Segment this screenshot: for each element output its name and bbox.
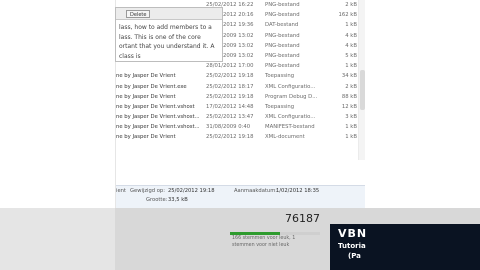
file-size: 4 kB <box>345 32 357 39</box>
view-count: 76187 <box>285 212 320 225</box>
file-name: ne by Jasper De Vrient <box>116 93 176 100</box>
promo-thumbnail[interactable]: VBN Tutoria (Pa <box>330 224 480 270</box>
left-gutter <box>0 208 115 270</box>
file-row[interactable]: ne by Jasper De Vrient.exe 25/02/2012 18… <box>116 82 364 92</box>
editor-toolbar: Delete <box>116 8 222 20</box>
file-name: ne by Jasper De Vrient.vshost <box>116 103 195 110</box>
details-size-value: 33,5 kB <box>168 197 188 203</box>
post-text-line: lass, how to add members to a <box>119 24 212 31</box>
file-date: 17/02/2012 14:48 <box>206 103 254 110</box>
file-size: 1 kB <box>345 63 357 70</box>
file-date: 25/02/2012 19:18 <box>206 73 254 80</box>
file-row[interactable]: 28/01/2012 17:00 PNG-bestand 1 kB <box>116 61 364 71</box>
file-size: 4 kB <box>345 42 357 49</box>
file-row[interactable]: ne by Jasper De Vrient 25/02/2012 19:18 … <box>116 92 364 102</box>
like-ratio-fill <box>230 232 280 235</box>
file-size: 1 kB <box>345 134 357 141</box>
details-pane: ient Gewijzigd op: 25/02/2012 19:18 Aanm… <box>116 185 366 208</box>
file-date: 28/01/2012 17:00 <box>206 63 254 70</box>
scrollbar[interactable] <box>358 0 365 160</box>
details-modified-label: Gewijzigd op: <box>130 188 165 194</box>
file-size: 2 kB <box>345 2 357 8</box>
vote-line: stemmen voor niet leuk <box>232 242 290 248</box>
file-row[interactable]: ne by Jasper De Vrient.vshost 17/02/2012… <box>116 102 364 112</box>
file-size: 1 kB <box>345 124 357 131</box>
file-date: 25/02/2012 18:17 <box>206 83 254 90</box>
file-date: 25/02/2012 19:18 <box>206 93 254 100</box>
like-ratio-bar <box>230 232 320 235</box>
file-size: 3 kB <box>345 114 357 121</box>
file-name: ne by Jasper De Vrient <box>116 73 176 80</box>
file-size: 1 kB <box>345 22 357 29</box>
file-size: 5 kB <box>345 52 357 59</box>
file-date: 31/08/2009 0:40 <box>206 124 251 131</box>
file-row[interactable]: ne by Jasper De Vrient.vshost... 31/08/2… <box>116 122 364 132</box>
view-counter: 76187 166 stemmen voor leuk, 1 stemmen v… <box>228 210 324 270</box>
file-size: 2 kB <box>345 83 357 90</box>
file-size: 12 kB <box>341 103 357 110</box>
file-size: 88 kB <box>341 93 357 100</box>
vote-text: 166 stemmen voor leuk, 1 stemmen voor ni… <box>232 236 320 249</box>
post-text-line: ortant that you understand it. A class i… <box>119 43 215 60</box>
file-date: 25/02/2012 19:18 <box>206 134 254 141</box>
vote-line: 166 stemmen voor leuk, 1 <box>232 236 296 241</box>
file-row[interactable]: ne by Jasper De Vrient.vshost... 25/02/2… <box>116 112 364 122</box>
post-text: lass, how to add members to a lass. This… <box>119 23 223 61</box>
file-size: 34 kB <box>341 73 357 80</box>
blank-area <box>365 0 480 208</box>
details-modified-value: 25/02/2012 19:18 <box>168 188 215 194</box>
delete-button[interactable]: Delete <box>126 10 151 18</box>
file-row[interactable]: ne by Jasper De Vrient 25/02/2012 19:18 … <box>116 132 364 142</box>
post-text-line: lass. This is one of the core <box>119 33 201 41</box>
file-row[interactable]: ne by Jasper De Vrient 25/02/2012 19:18 … <box>116 71 364 81</box>
details-size-label: Grootte: <box>146 197 168 203</box>
comment-editor: Delete lass, how to add members to a las… <box>115 7 223 62</box>
file-name: ne by Jasper De Vrient.exe <box>116 83 187 90</box>
details-created-value: 1/02/2012 18:35 <box>276 188 320 194</box>
file-name: ne by Jasper De Vrient <box>116 134 176 141</box>
promo-line: (Pa <box>348 252 361 260</box>
promo-title: VBN <box>338 227 368 240</box>
promo-line: Tutoria <box>338 242 366 250</box>
details-created-label: Aanmaakdatum: <box>234 188 278 194</box>
file-name: ne by Jasper De Vrient.vshost... <box>116 114 200 121</box>
file-name: ne by Jasper De Vrient.vshost... <box>116 124 200 131</box>
file-size: 162 kB <box>338 12 358 19</box>
details-kind: ient <box>116 188 126 194</box>
file-date: 25/02/2012 13:47 <box>206 114 254 121</box>
